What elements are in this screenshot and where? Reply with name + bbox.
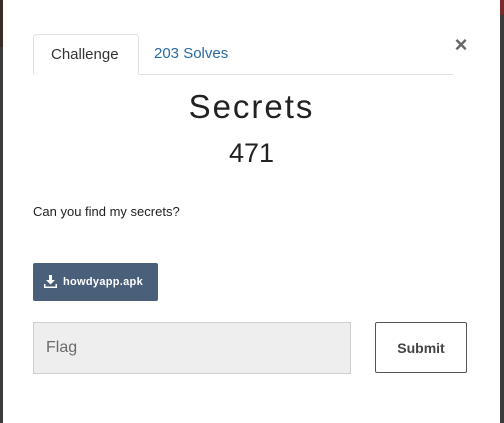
challenge-tabs: Challenge 203 Solves bbox=[33, 34, 453, 75]
tab-challenge[interactable]: Challenge bbox=[33, 34, 139, 75]
download-file-button[interactable]: howdyapp.apk bbox=[33, 263, 158, 301]
submit-button[interactable]: Submit bbox=[375, 322, 467, 373]
backdrop-right bbox=[500, 0, 504, 423]
download-icon bbox=[44, 275, 57, 288]
tab-solves[interactable]: 203 Solves bbox=[137, 34, 245, 74]
challenge-description: Can you find my secrets? bbox=[33, 204, 180, 219]
challenge-name: Secrets bbox=[188, 88, 315, 125]
challenge-value: 471 bbox=[228, 138, 275, 168]
challenge-modal: Challenge 203 Solves × Secrets 471 Can y… bbox=[3, 0, 500, 423]
flag-input[interactable] bbox=[33, 322, 351, 374]
file-name: howdyapp.apk bbox=[63, 276, 143, 288]
close-icon[interactable]: × bbox=[452, 32, 470, 58]
